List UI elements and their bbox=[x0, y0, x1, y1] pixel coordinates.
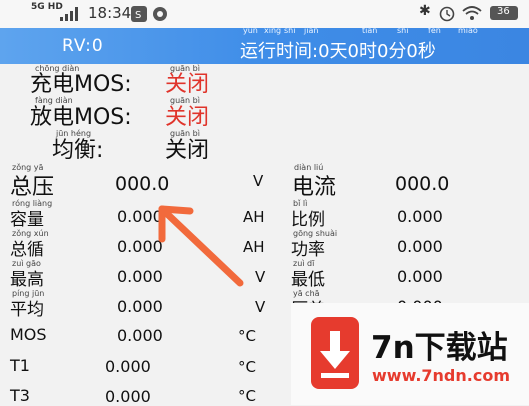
watermark-url: www.7ndn.com bbox=[372, 366, 510, 385]
min-cell-value: 0.000 bbox=[397, 267, 443, 286]
runtime-pinyin-8: miǎo bbox=[458, 26, 478, 35]
rv-label: RV:0 bbox=[62, 36, 104, 56]
compass-icon bbox=[153, 7, 167, 21]
t3-value: 0.000 bbox=[105, 387, 151, 406]
balance-state: 关闭 bbox=[165, 138, 210, 163]
runtime-pinyin-1: yùn bbox=[243, 26, 258, 35]
alarm-icon bbox=[439, 6, 455, 22]
bluetooth-icon: ✱ bbox=[419, 3, 431, 19]
charge-mos-state: 关闭 bbox=[165, 72, 210, 97]
balance-label: 均衡: bbox=[52, 138, 104, 163]
total-voltage-value: 000.0 bbox=[115, 173, 170, 195]
t1-value: 0.000 bbox=[105, 357, 151, 376]
runtime-pinyin-2: xíng bbox=[264, 26, 282, 35]
t3-label: T3 bbox=[10, 386, 30, 405]
current-label: 电流 bbox=[292, 175, 337, 200]
discharge-mos-label: 放电MOS: bbox=[30, 105, 132, 130]
svg-text:S: S bbox=[135, 10, 141, 21]
t1-unit: °C bbox=[238, 358, 256, 376]
runtime-pinyin-4: jiān bbox=[304, 26, 319, 35]
annotation-arrow bbox=[158, 205, 244, 287]
mos-temp-label: MOS bbox=[10, 325, 47, 344]
ratio-value: 0.000 bbox=[397, 207, 443, 226]
app-notification-icon: S bbox=[131, 6, 147, 22]
average-label: 平均 bbox=[10, 300, 44, 320]
power-label: 功率 bbox=[291, 240, 325, 260]
download-logo-icon bbox=[311, 317, 359, 389]
total-voltage-label: 总压 bbox=[10, 175, 55, 200]
mos-temp-value: 0.000 bbox=[117, 326, 163, 345]
discharge-mos-state: 关闭 bbox=[165, 105, 210, 130]
watermark-brand: 7n下载站 bbox=[371, 330, 508, 366]
network-indicator: 5G HD bbox=[31, 2, 63, 12]
header-bar: RV:0 yùn xíng shí jiān tiān shí fēn miǎo… bbox=[0, 26, 529, 64]
t1-label: T1 bbox=[10, 356, 30, 375]
charge-mos-label: 充电MOS: bbox=[30, 72, 132, 97]
t3-unit: °C bbox=[238, 387, 256, 405]
ratio-label: 比例 bbox=[291, 210, 325, 230]
status-bar: 5G HD 18:34 S ✱ 36 bbox=[0, 0, 529, 28]
battery-icon: 36 bbox=[490, 6, 518, 20]
runtime-pinyin-7: fēn bbox=[428, 26, 441, 35]
current-value: 000.0 bbox=[395, 173, 450, 195]
battery-level: 36 bbox=[497, 6, 510, 17]
clock: 18:34 bbox=[88, 4, 132, 22]
average-value: 0.000 bbox=[117, 297, 163, 316]
wifi-icon bbox=[462, 6, 482, 20]
signal-icon bbox=[60, 7, 78, 21]
average-unit: V bbox=[255, 298, 266, 316]
mos-temp-unit: °C bbox=[238, 327, 256, 345]
capacity-label: 容量 bbox=[10, 210, 44, 230]
total-voltage-unit: V bbox=[253, 172, 264, 190]
power-value: 0.000 bbox=[397, 237, 443, 256]
min-cell-label: 最低 bbox=[291, 270, 325, 290]
runtime-pinyin-3: shí bbox=[284, 26, 296, 35]
runtime-pinyin-5: tiān bbox=[362, 26, 378, 35]
max-cell-label: 最高 bbox=[10, 270, 44, 290]
runtime-pinyin-6: shí bbox=[397, 26, 409, 35]
total-cycle-label: 总循 bbox=[10, 240, 44, 260]
max-cell-unit: V bbox=[255, 268, 266, 286]
runtime-text: 运行时间:0天0时0分0秒 bbox=[240, 41, 436, 62]
